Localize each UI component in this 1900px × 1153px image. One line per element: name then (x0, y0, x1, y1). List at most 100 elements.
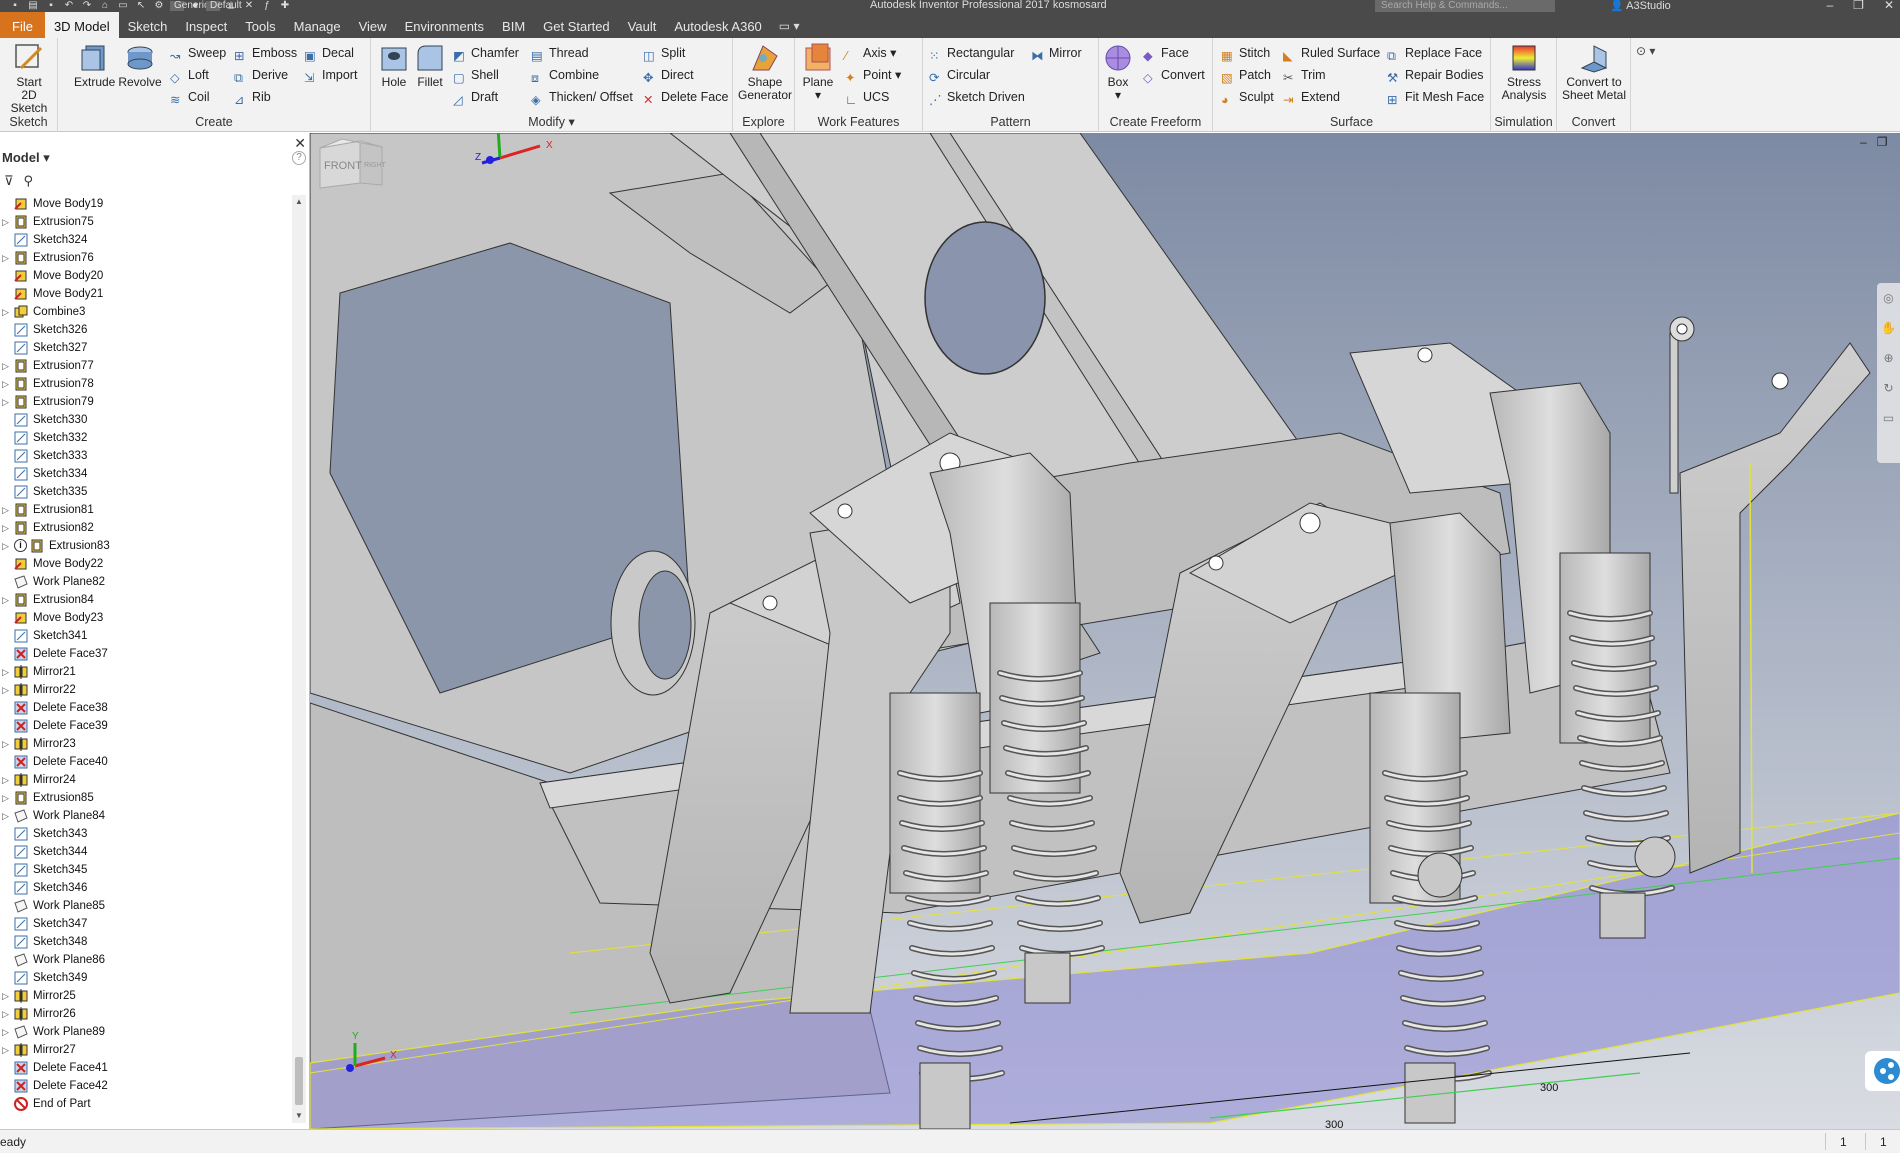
tree-node[interactable]: Delete Face37 (0, 645, 292, 663)
fit-mesh-face-button[interactable]: ⊞ Fit Mesh Face (1387, 88, 1484, 107)
ribbon-display-toggle-icon[interactable]: ▭ ▾ (771, 12, 808, 38)
tab-3d-model[interactable]: 3D Model (44, 12, 119, 38)
tree-node[interactable]: ▷ i Extrusion83 (0, 537, 292, 555)
dimension-b[interactable]: 300 (1325, 1119, 1343, 1129)
tree-node[interactable]: Delete Face39 (0, 717, 292, 735)
tree-node[interactable]: End of Part (0, 1095, 292, 1113)
tab-file[interactable]: File (0, 12, 45, 38)
freeform-face-button[interactable]: ◆ Face (1143, 44, 1189, 63)
axis-button[interactable]: ⁄ Axis ▾ (845, 44, 896, 63)
steering-wheel-icon[interactable]: ◎ (1877, 283, 1900, 313)
ribbon-options-icon[interactable]: ⊙ ▾ (1636, 44, 1655, 58)
user-account[interactable]: 👤 A3Studio (1610, 0, 1671, 12)
point-button[interactable]: ✦ Point ▾ (845, 66, 901, 85)
tree-node[interactable]: Sketch341 (0, 627, 292, 645)
tree-node[interactable]: ▷ Mirror25 (0, 987, 292, 1005)
tree-node[interactable]: Sketch344 (0, 843, 292, 861)
tree-node[interactable]: ▷ Mirror21 (0, 663, 292, 681)
viewport-minimize-icon[interactable]: – (1860, 135, 1867, 149)
expand-arrow-icon[interactable]: ▷ (2, 807, 10, 825)
tree-node[interactable]: ▷ Mirror24 (0, 771, 292, 789)
browser-scrollbar[interactable]: ▲ ▼ (292, 195, 306, 1123)
extrude-button[interactable]: Extrude (74, 42, 115, 89)
find-icon[interactable]: ⚲ (24, 173, 34, 189)
box-button[interactable]: Box ▾ (1099, 42, 1137, 102)
tab-manage[interactable]: Manage (285, 12, 350, 38)
pan-icon[interactable]: ✋ (1877, 313, 1900, 343)
tree-node[interactable]: Work Plane86 (0, 951, 292, 969)
expand-arrow-icon[interactable]: ▷ (2, 1005, 10, 1023)
dimension-a[interactable]: 300 (1540, 1082, 1558, 1094)
expand-arrow-icon[interactable]: ▷ (2, 249, 10, 267)
delete-face-button[interactable]: ✕ Delete Face (643, 88, 728, 107)
tree-node[interactable]: Sketch332 (0, 429, 292, 447)
patch-button[interactable]: ▧ Patch (1221, 66, 1271, 85)
emboss-button[interactable]: ⊞ Emboss (234, 44, 297, 63)
measure-icon[interactable]: ⟂ (224, 1, 238, 11)
circular-pattern-button[interactable]: ⟳ Circular (929, 66, 990, 85)
expand-arrow-icon[interactable]: ▷ (2, 375, 10, 393)
shape-generator-button[interactable]: Shape Generator (737, 42, 793, 102)
convert-to-sheet-metal-button[interactable]: Convert to Sheet Metal (1559, 42, 1629, 102)
appearance-select[interactable]: Default (206, 1, 242, 11)
expand-arrow-icon[interactable]: ▷ (2, 537, 10, 555)
help-icon[interactable]: ? (292, 151, 306, 165)
filter-icon[interactable]: ⊽ (4, 173, 14, 189)
clear-icon[interactable]: ✕ (242, 1, 256, 11)
expand-arrow-icon[interactable]: ▷ (2, 735, 10, 753)
tree-node[interactable]: Move Body19 (0, 195, 292, 213)
tree-node[interactable]: Sketch326 (0, 321, 292, 339)
combine-button[interactable]: ⧈ Combine (531, 66, 599, 85)
tab-inspect[interactable]: Inspect (176, 12, 236, 38)
tree-node[interactable]: Sketch347 (0, 915, 292, 933)
tree-node[interactable]: Delete Face42 (0, 1077, 292, 1095)
start-2d-sketch-button[interactable]: Start 2D Sketch (4, 42, 54, 115)
tree-node[interactable]: ▷ Extrusion75 (0, 213, 292, 231)
tree-node[interactable]: Move Body20 (0, 267, 292, 285)
expand-arrow-icon[interactable]: ▷ (2, 393, 10, 411)
tree-node[interactable]: Delete Face38 (0, 699, 292, 717)
help-search-input[interactable]: Search Help & Commands... (1375, 0, 1555, 12)
decal-button[interactable]: ▣ Decal (304, 44, 354, 63)
tree-node[interactable]: Delete Face41 (0, 1059, 292, 1077)
browser-title[interactable]: Model ▾ (2, 150, 50, 166)
orbit-icon[interactable]: ↻ (1877, 373, 1900, 403)
fillet-button[interactable]: Fillet (413, 42, 447, 89)
import-button[interactable]: ⇲ Import (304, 66, 357, 85)
select-icon[interactable]: ▭ (116, 1, 130, 11)
expand-arrow-icon[interactable]: ▷ (2, 681, 10, 699)
viewport-restore-icon[interactable]: ❐ (1877, 135, 1888, 149)
hole-button[interactable]: Hole (377, 42, 411, 89)
viewcube[interactable]: FRONT RIGHT (310, 133, 390, 193)
sweep-button[interactable]: ↝ Sweep (170, 44, 226, 63)
expand-arrow-icon[interactable]: ▷ (2, 501, 10, 519)
tree-node[interactable]: Move Body22 (0, 555, 292, 573)
thread-button[interactable]: ▤ Thread (531, 44, 589, 63)
tree-node[interactable]: ▷ Work Plane89 (0, 1023, 292, 1041)
tree-node[interactable]: Sketch327 (0, 339, 292, 357)
expand-arrow-icon[interactable]: ▷ (2, 519, 10, 537)
close-window-icon[interactable]: ✕ (1884, 0, 1894, 12)
scroll-thumb[interactable] (295, 1057, 303, 1105)
sketch-driven-pattern-button[interactable]: ⋰ Sketch Driven (929, 88, 1025, 107)
tree-node[interactable]: Move Body23 (0, 609, 292, 627)
expand-arrow-icon[interactable]: ▷ (2, 987, 10, 1005)
mirror-button[interactable]: ⧓ Mirror (1031, 44, 1082, 63)
tree-node[interactable]: ▷ Extrusion85 (0, 789, 292, 807)
split-button[interactable]: ◫ Split (643, 44, 685, 63)
tab-autodesk-a360[interactable]: Autodesk A360 (665, 12, 770, 38)
tab-vault[interactable]: Vault (619, 12, 666, 38)
tree-node[interactable]: Sketch348 (0, 933, 292, 951)
zoom-icon[interactable]: ⊕ (1877, 343, 1900, 373)
open-icon[interactable]: ▤ (26, 1, 40, 11)
expand-arrow-icon[interactable]: ▷ (2, 303, 10, 321)
ruled-surface-button[interactable]: ◣ Ruled Surface (1283, 44, 1380, 63)
tree-node[interactable]: Sketch333 (0, 447, 292, 465)
tab-sketch[interactable]: Sketch (119, 12, 177, 38)
expand-arrow-icon[interactable]: ▷ (2, 789, 10, 807)
expand-arrow-icon[interactable]: ▷ (2, 357, 10, 375)
tree-node[interactable]: ▷ Work Plane84 (0, 807, 292, 825)
tab-view[interactable]: View (350, 12, 396, 38)
tab-tools[interactable]: Tools (236, 12, 284, 38)
coil-button[interactable]: ≋ Coil (170, 88, 210, 107)
